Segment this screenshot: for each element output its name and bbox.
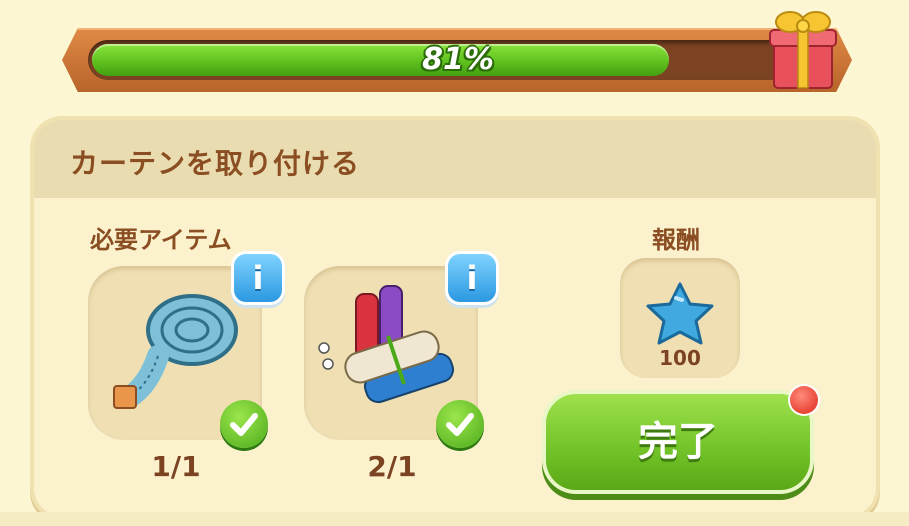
progress-label: 81%	[422, 42, 494, 77]
complete-button[interactable]: 完了	[546, 394, 810, 490]
notification-dot	[790, 386, 818, 414]
bottom-strip	[0, 512, 909, 526]
task-title: カーテンを取り付ける	[70, 147, 361, 180]
check-icon	[220, 400, 268, 448]
panel-header: カーテンを取り付ける	[34, 120, 876, 198]
reward-amount: 100	[659, 346, 701, 370]
item-count: 1/1	[151, 450, 201, 483]
reward-label: 報酬	[652, 226, 700, 254]
gift-box-icon[interactable]	[768, 6, 838, 92]
complete-button-label: 完了	[638, 419, 718, 465]
item-info-button[interactable]: i	[448, 254, 496, 302]
info-icon: i	[466, 259, 478, 297]
item-info-button[interactable]: i	[234, 254, 282, 302]
item-count: 2/1	[367, 450, 417, 483]
required-items-label: 必要アイテム	[90, 226, 232, 254]
check-icon	[436, 400, 484, 448]
info-icon: i	[252, 259, 264, 297]
